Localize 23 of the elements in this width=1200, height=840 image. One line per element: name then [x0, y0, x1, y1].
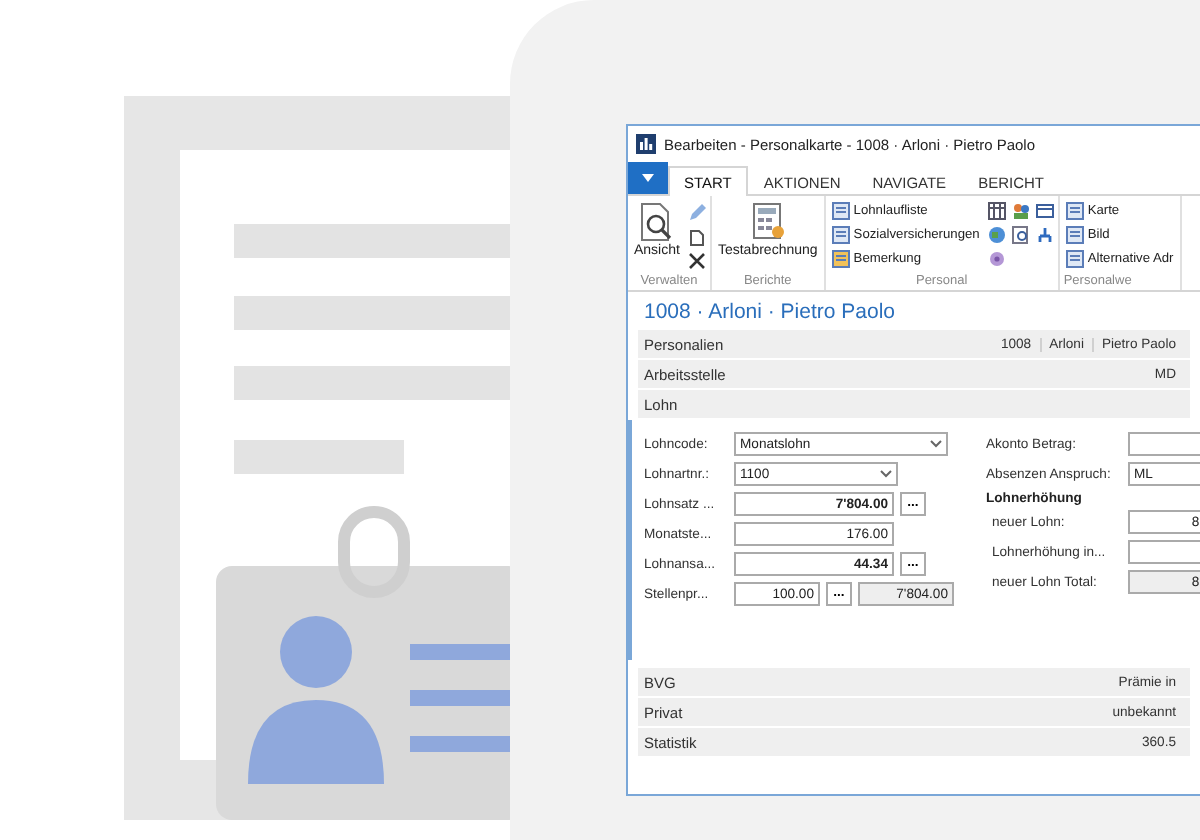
- app-logo-icon: [636, 134, 656, 154]
- caret-icon: [642, 174, 654, 182]
- document-icon: [1065, 202, 1084, 220]
- hierarchy-icon[interactable]: [1035, 226, 1054, 244]
- document-icon: [831, 226, 850, 244]
- input-field[interactable]: [1128, 540, 1200, 564]
- chevron-down-icon: [880, 470, 892, 478]
- people-icon[interactable]: [1011, 202, 1030, 220]
- new-page-icon[interactable]: [687, 228, 706, 246]
- window-icon[interactable]: [1035, 202, 1054, 220]
- delete-icon[interactable]: [687, 252, 706, 270]
- calculator-sheet-icon: [749, 202, 786, 242]
- table-icon[interactable]: [987, 202, 1006, 220]
- search-document-icon[interactable]: [1011, 226, 1030, 244]
- input-field[interactable]: [1128, 432, 1200, 456]
- document-icon: [831, 250, 850, 268]
- app-menu-button[interactable]: [628, 162, 668, 194]
- document-icon: [831, 202, 850, 220]
- document-icon: [1065, 250, 1084, 268]
- chevron-down-icon: [930, 440, 942, 448]
- magnifier-page-icon: [638, 202, 675, 242]
- page-title: 1008 · Arloni · Pietro Paolo: [642, 298, 897, 328]
- document-icon: [1065, 226, 1084, 244]
